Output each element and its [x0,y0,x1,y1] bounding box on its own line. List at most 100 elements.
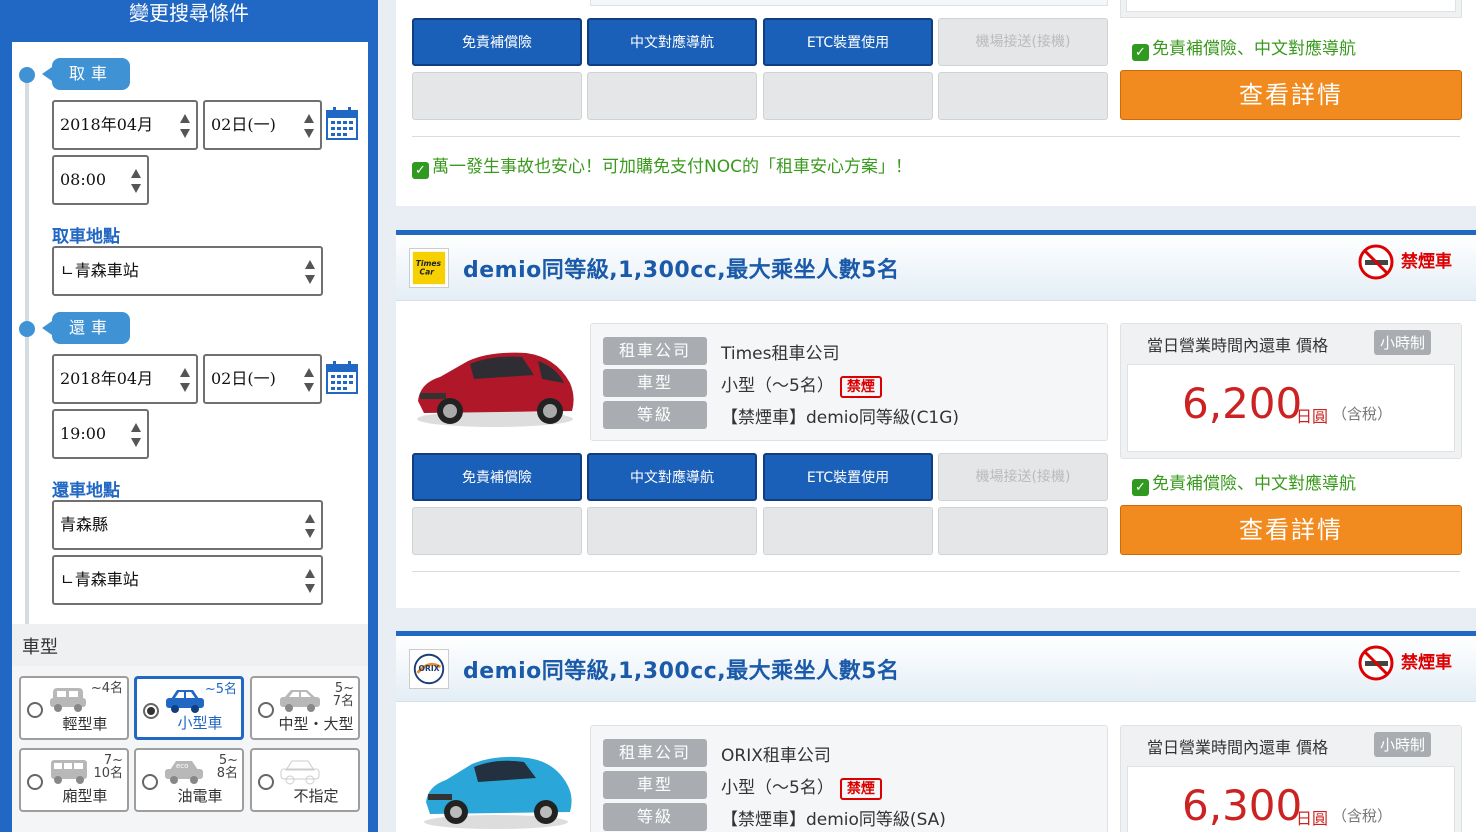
pickup-dot [19,67,35,83]
option-etc-button[interactable]: ETC裝置使用 [763,18,933,66]
info-key: 車型 [603,771,707,799]
price-tax-note: （含稅） [1332,405,1393,423]
price-amount: 6,300 [1182,781,1303,830]
car-type-value: 小型（～5名） 禁煙 [721,773,882,800]
radio-button[interactable] [258,774,274,790]
return-location-select[interactable]: ㄴ青森車站 [52,555,323,605]
car-type-header [12,624,368,666]
option-chinese-nav-button[interactable]: 中文對應導航 [587,18,757,66]
option-empty-slot [763,507,933,555]
previous-price-inner-stub [1126,0,1456,12]
car-type-text: 小型（～5名） [721,376,834,396]
option-empty-slot [763,72,933,120]
spinner-icon [305,260,315,284]
car-type-name: 不指定 [293,787,339,805]
car-type-capacity: 5~ 7名 [332,681,354,709]
pickup-location-select[interactable]: ㄴ青森車站 [52,246,323,296]
info-key: 租車公司 [603,337,707,365]
car-type-any[interactable]: 不指定 [250,748,360,812]
company-name: Times租車公司 [721,344,840,364]
car-type-kei[interactable]: ~4名 輕型車 [19,676,129,740]
car-type-name: 輕型車 [62,715,108,733]
radio-button[interactable] [27,702,43,718]
option-etc-button[interactable]: ETC裝置使用 [763,453,933,501]
car-type-compact[interactable]: ~5名 小型車 [134,676,244,740]
info-key: 租車公司 [603,739,707,767]
option-airport-button: 機場接送(接機) [938,18,1108,66]
radio-button[interactable] [142,774,158,790]
no-smoking-text: 禁煙車 [1401,252,1452,272]
car-type-van[interactable]: 7~ 10名 廂型車 [19,748,129,812]
calendar-icon[interactable] [326,360,358,394]
calendar-icon[interactable] [326,106,358,140]
rental-info-box: 租車公司 Times租車公司 車型 小型（～5名） 禁煙 等級 【禁煙車】demi… [590,323,1108,441]
company-name: ORIX租車公司 [721,746,831,766]
info-key: 車型 [603,369,707,397]
option-insurance-button[interactable]: 免責補償險 [412,453,582,501]
option-airport-button: 機場接送(接機) [938,453,1108,501]
eco-car-icon: eco [165,761,203,784]
price-display: 6,200 日圓 （含稅） [1127,364,1455,452]
no-smoking-tag: 禁煙 [839,376,882,398]
price-caption: 當日營業時間內還車 價格 [1147,738,1329,757]
return-day-value: 02日(一) [211,369,276,388]
car-type-name: 廂型車 [62,787,108,805]
pickup-day-select[interactable]: 02日(一) [203,100,322,150]
return-pill: 還車 [42,312,130,344]
view-details-button[interactable]: 查看詳情 [1120,70,1462,120]
no-smoking-label: 禁煙車 [1358,244,1452,280]
car-title: demio同等級,1,300cc,最大乘坐人數5名 [463,258,900,283]
radio-button[interactable] [27,774,43,790]
car-type-label: 車型 [22,637,58,658]
kei-car-icon [50,688,86,712]
car-type-name: 油電車 [177,787,223,805]
price-unit: 日圓 [1296,407,1329,426]
price-box: 當日營業時間內還車 價格 小時制 6,200 日圓 （含稅） [1120,323,1462,459]
no-smoking-tag: 禁煙 [839,778,882,800]
spinner-icon [180,368,190,392]
checkbox-icon: ✓ [412,162,429,179]
pickup-time-value: 08:00 [60,170,107,189]
option-chinese-nav-button[interactable]: 中文對應導航 [587,453,757,501]
radio-button[interactable] [143,703,159,719]
info-key: 等級 [603,401,707,429]
return-time-value: 19:00 [60,424,107,443]
car-type-midsize[interactable]: 5~ 7名 中型・大型 [250,676,360,740]
compact-car-icon [166,690,204,713]
spinner-icon [305,514,315,538]
svg-text:Car: Car [420,268,436,277]
no-smoking-label: 禁煙車 [1358,645,1452,681]
option-empty-slot [412,507,582,555]
car-type-text: 小型（～5名） [721,778,834,798]
car-type-hybrid[interactable]: eco 5~ 8名 油電車 [134,748,244,812]
no-smoking-icon [1358,645,1394,681]
return-day-select[interactable]: 02日(一) [203,354,322,404]
return-location-value: ㄴ青森車站 [60,570,139,589]
included-options-text: 免責補償險、中文對應導航 [1152,39,1356,59]
pickup-month-select[interactable]: 2018年04月 [52,100,198,150]
spinner-icon [304,114,314,138]
option-insurance-button[interactable]: 免責補償險 [412,18,582,66]
radio-button[interactable] [258,702,274,718]
return-month-select[interactable]: 2018年04月 [52,354,198,404]
spinner-icon [131,169,141,193]
orix-logo: ORIX [409,649,449,689]
result-card: ORIX demio同等級,1,300cc,最大乘坐人數5名 禁煙車 租車公司 … [396,631,1476,832]
return-time-select[interactable]: 19:00 [52,409,149,459]
return-prefecture-select[interactable]: 青森縣 [52,500,323,550]
sidebar-title: 變更搜尋條件 [129,1,249,25]
pickup-location-value: ㄴ青森車站 [60,261,139,280]
car-type-value: 小型（～5名） 禁煙 [721,371,882,398]
spinner-icon [180,114,190,138]
van-icon [51,760,87,784]
no-smoking-icon [1358,244,1394,280]
pickup-time-select[interactable]: 08:00 [52,155,149,205]
checkbox-icon: ✓ [1132,44,1149,61]
return-prefecture-value: 青森縣 [60,515,109,534]
divider [412,571,1460,572]
car-type-capacity: 7~ 10名 [93,753,123,781]
view-details-button[interactable]: 查看詳情 [1120,505,1462,555]
spinner-icon [305,569,315,593]
price-caption: 當日營業時間內還車 價格 [1147,336,1329,355]
car-title: demio同等級,1,300cc,最大乘坐人數5名 [463,659,900,684]
